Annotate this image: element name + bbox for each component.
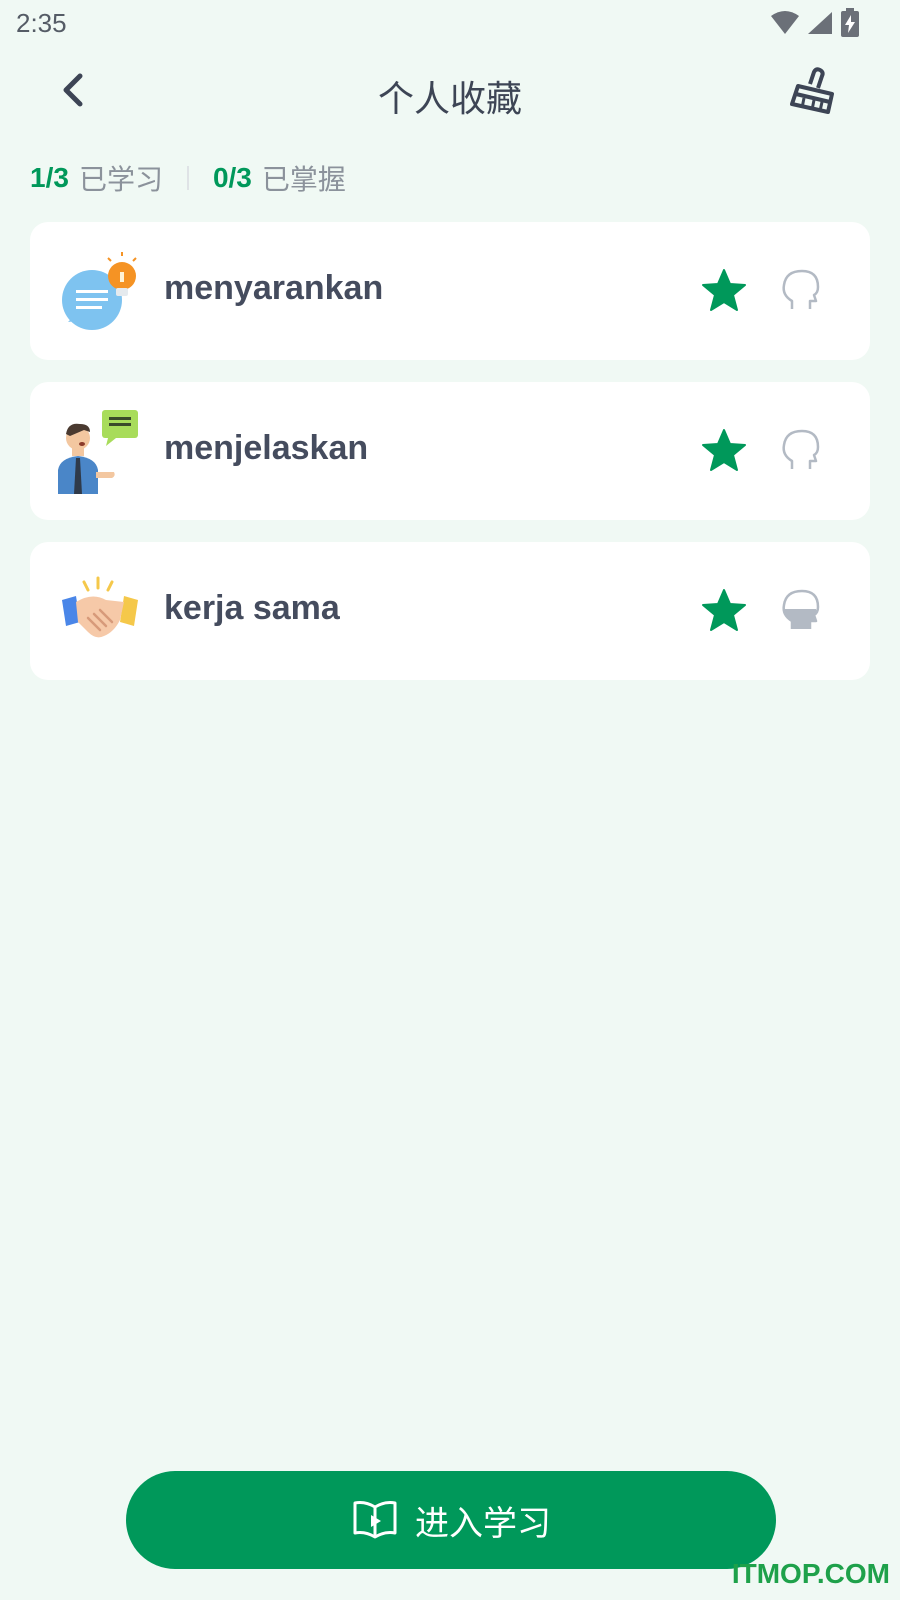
mastered-count: 0/3 [212,162,252,193]
mastery-head-icon[interactable] [778,427,824,473]
word-text: menyarankan [164,269,384,307]
cell-signal-icon [808,12,832,34]
word-card[interactable]: menjelaskan [30,382,870,520]
mastery-head-partial-icon[interactable] [778,587,824,633]
book-play-icon [353,1501,397,1539]
wifi-icon [771,11,799,34]
stats-divider [186,166,189,190]
clear-broom-icon[interactable] [788,64,840,116]
battery-charging-icon [841,8,859,37]
word-card[interactable]: kerja sama [30,542,870,680]
system-icons [770,8,860,38]
person-explaining-icon [58,410,138,494]
learned-count: 1/3 [30,162,69,193]
status-time: 2:35 [16,8,67,38]
favorite-star-icon[interactable] [700,587,748,635]
word-text: kerja sama [164,589,340,627]
favorite-star-icon[interactable] [700,267,748,315]
mastery-head-icon[interactable] [778,267,824,313]
start-learning-label: 进入学习 [415,1503,551,1544]
word-card[interactable]: menyarankan [30,222,870,360]
top-bar: 个人收藏 [0,48,900,140]
page-title: 个人收藏 [377,79,522,120]
progress-stats: 1/3 已学习 0/3 已掌握 [30,158,346,198]
speech-bubble-lightbulb-icon [62,252,137,330]
status-bar: 2:35 [0,0,900,48]
watermark: ITMOP.COM [731,1558,890,1589]
start-learning-button[interactable]: 进入学习 [126,1471,776,1569]
handshake-icon [62,576,138,638]
mastered-label: 已掌握 [261,163,346,196]
favorite-star-icon[interactable] [700,427,748,475]
learned-label: 已学习 [78,163,163,196]
word-text: menjelaskan [164,429,369,467]
